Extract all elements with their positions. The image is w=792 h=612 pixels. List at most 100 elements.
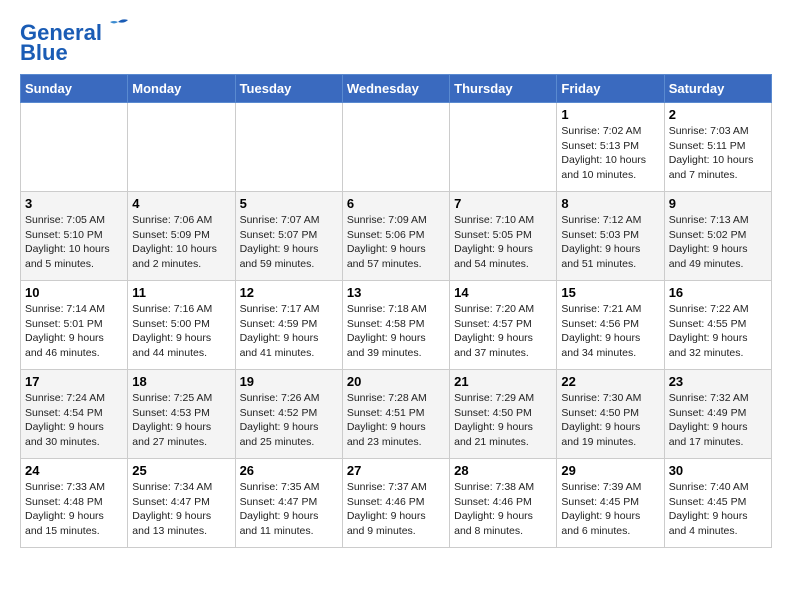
weekday-header-thursday: Thursday <box>450 75 557 103</box>
day-number: 12 <box>240 285 338 300</box>
day-number: 19 <box>240 374 338 389</box>
day-info: Sunrise: 7:32 AM Sunset: 4:49 PM Dayligh… <box>669 391 767 450</box>
day-number: 29 <box>561 463 659 478</box>
day-info: Sunrise: 7:28 AM Sunset: 4:51 PM Dayligh… <box>347 391 445 450</box>
day-info: Sunrise: 7:20 AM Sunset: 4:57 PM Dayligh… <box>454 302 552 361</box>
calendar-cell: 24 Sunrise: 7:33 AM Sunset: 4:48 PM Dayli… <box>21 459 128 548</box>
day-number: 2 <box>669 107 767 122</box>
day-info: Sunrise: 7:34 AM Sunset: 4:47 PM Dayligh… <box>132 480 230 539</box>
day-info: Sunrise: 7:39 AM Sunset: 4:45 PM Dayligh… <box>561 480 659 539</box>
calendar-cell: 1 Sunrise: 7:02 AM Sunset: 5:13 PM Daylig… <box>557 103 664 192</box>
calendar-cell: 15 Sunrise: 7:21 AM Sunset: 4:56 PM Dayli… <box>557 281 664 370</box>
day-info: Sunrise: 7:26 AM Sunset: 4:52 PM Dayligh… <box>240 391 338 450</box>
day-number: 26 <box>240 463 338 478</box>
calendar-cell: 13 Sunrise: 7:18 AM Sunset: 4:58 PM Dayli… <box>342 281 449 370</box>
day-info: Sunrise: 7:10 AM Sunset: 5:05 PM Dayligh… <box>454 213 552 272</box>
day-info: Sunrise: 7:21 AM Sunset: 4:56 PM Dayligh… <box>561 302 659 361</box>
calendar-cell: 21 Sunrise: 7:29 AM Sunset: 4:50 PM Dayli… <box>450 370 557 459</box>
calendar-cell: 29 Sunrise: 7:39 AM Sunset: 4:45 PM Dayli… <box>557 459 664 548</box>
day-number: 21 <box>454 374 552 389</box>
calendar-cell: 30 Sunrise: 7:40 AM Sunset: 4:45 PM Dayli… <box>664 459 771 548</box>
day-info: Sunrise: 7:16 AM Sunset: 5:00 PM Dayligh… <box>132 302 230 361</box>
day-number: 14 <box>454 285 552 300</box>
calendar-cell: 20 Sunrise: 7:28 AM Sunset: 4:51 PM Dayli… <box>342 370 449 459</box>
calendar-cell: 16Sunrise: 7:22 AM Sunset: 4:55 PM Dayli… <box>664 281 771 370</box>
day-number: 5 <box>240 196 338 211</box>
day-number: 3 <box>25 196 123 211</box>
weekday-header-tuesday: Tuesday <box>235 75 342 103</box>
day-number: 23 <box>669 374 767 389</box>
calendar-cell: 9 Sunrise: 7:13 AM Sunset: 5:02 PM Daylig… <box>664 192 771 281</box>
day-info: Sunrise: 7:13 AM Sunset: 5:02 PM Dayligh… <box>669 213 767 272</box>
day-number: 16 <box>669 285 767 300</box>
day-number: 6 <box>347 196 445 211</box>
day-info: Sunrise: 7:09 AM Sunset: 5:06 PM Dayligh… <box>347 213 445 272</box>
calendar-week-3: 17 Sunrise: 7:24 AM Sunset: 4:54 PM Dayli… <box>21 370 772 459</box>
day-info: Sunrise: 7:30 AM Sunset: 4:50 PM Dayligh… <box>561 391 659 450</box>
calendar-cell: 8 Sunrise: 7:12 AM Sunset: 5:03 PM Daylig… <box>557 192 664 281</box>
calendar-cell <box>342 103 449 192</box>
day-number: 4 <box>132 196 230 211</box>
calendar-cell <box>21 103 128 192</box>
weekday-header-saturday: Saturday <box>664 75 771 103</box>
calendar-week-1: 3 Sunrise: 7:05 AM Sunset: 5:10 PM Daylig… <box>21 192 772 281</box>
calendar-cell <box>128 103 235 192</box>
day-number: 13 <box>347 285 445 300</box>
calendar-week-2: 10 Sunrise: 7:14 AM Sunset: 5:01 PM Dayli… <box>21 281 772 370</box>
day-number: 9 <box>669 196 767 211</box>
day-number: 1 <box>561 107 659 122</box>
day-info: Sunrise: 7:29 AM Sunset: 4:50 PM Dayligh… <box>454 391 552 450</box>
calendar-cell: 17 Sunrise: 7:24 AM Sunset: 4:54 PM Dayli… <box>21 370 128 459</box>
calendar-cell: 7 Sunrise: 7:10 AM Sunset: 5:05 PM Daylig… <box>450 192 557 281</box>
calendar-cell: 6 Sunrise: 7:09 AM Sunset: 5:06 PM Daylig… <box>342 192 449 281</box>
day-number: 7 <box>454 196 552 211</box>
calendar-cell: 27 Sunrise: 7:37 AM Sunset: 4:46 PM Dayli… <box>342 459 449 548</box>
calendar-cell: 22Sunrise: 7:30 AM Sunset: 4:50 PM Dayli… <box>557 370 664 459</box>
calendar-cell: 14 Sunrise: 7:20 AM Sunset: 4:57 PM Dayli… <box>450 281 557 370</box>
day-number: 28 <box>454 463 552 478</box>
day-number: 10 <box>25 285 123 300</box>
calendar-cell: 10 Sunrise: 7:14 AM Sunset: 5:01 PM Dayli… <box>21 281 128 370</box>
day-info: Sunrise: 7:33 AM Sunset: 4:48 PM Dayligh… <box>25 480 123 539</box>
logo-blue-text: Blue <box>20 42 68 64</box>
day-number: 30 <box>669 463 767 478</box>
day-number: 15 <box>561 285 659 300</box>
calendar-cell: 19 Sunrise: 7:26 AM Sunset: 4:52 PM Dayli… <box>235 370 342 459</box>
day-number: 27 <box>347 463 445 478</box>
day-info: Sunrise: 7:38 AM Sunset: 4:46 PM Dayligh… <box>454 480 552 539</box>
day-number: 17 <box>25 374 123 389</box>
calendar-cell: 5 Sunrise: 7:07 AM Sunset: 5:07 PM Daylig… <box>235 192 342 281</box>
weekday-header-sunday: Sunday <box>21 75 128 103</box>
weekday-header-wednesday: Wednesday <box>342 75 449 103</box>
calendar-cell: 4 Sunrise: 7:06 AM Sunset: 5:09 PM Daylig… <box>128 192 235 281</box>
calendar-week-4: 24 Sunrise: 7:33 AM Sunset: 4:48 PM Dayli… <box>21 459 772 548</box>
calendar-cell: 26 Sunrise: 7:35 AM Sunset: 4:47 PM Dayli… <box>235 459 342 548</box>
day-info: Sunrise: 7:18 AM Sunset: 4:58 PM Dayligh… <box>347 302 445 361</box>
day-info: Sunrise: 7:40 AM Sunset: 4:45 PM Dayligh… <box>669 480 767 539</box>
day-info: Sunrise: 7:06 AM Sunset: 5:09 PM Dayligh… <box>132 213 230 272</box>
day-info: Sunrise: 7:12 AM Sunset: 5:03 PM Dayligh… <box>561 213 659 272</box>
day-info: Sunrise: 7:02 AM Sunset: 5:13 PM Dayligh… <box>561 124 659 183</box>
day-info: Sunrise: 7:14 AM Sunset: 5:01 PM Dayligh… <box>25 302 123 361</box>
weekday-header-friday: Friday <box>557 75 664 103</box>
day-number: 8 <box>561 196 659 211</box>
weekday-header-monday: Monday <box>128 75 235 103</box>
calendar-cell: 23 Sunrise: 7:32 AM Sunset: 4:49 PM Dayli… <box>664 370 771 459</box>
day-number: 25 <box>132 463 230 478</box>
calendar-week-0: 1 Sunrise: 7:02 AM Sunset: 5:13 PM Daylig… <box>21 103 772 192</box>
day-info: Sunrise: 7:35 AM Sunset: 4:47 PM Dayligh… <box>240 480 338 539</box>
calendar-cell: 12Sunrise: 7:17 AM Sunset: 4:59 PM Dayli… <box>235 281 342 370</box>
day-info: Sunrise: 7:03 AM Sunset: 5:11 PM Dayligh… <box>669 124 767 183</box>
calendar-cell: 25 Sunrise: 7:34 AM Sunset: 4:47 PM Dayli… <box>128 459 235 548</box>
calendar-cell: 11Sunrise: 7:16 AM Sunset: 5:00 PM Dayli… <box>128 281 235 370</box>
day-info: Sunrise: 7:07 AM Sunset: 5:07 PM Dayligh… <box>240 213 338 272</box>
logo-bird-icon <box>104 18 132 40</box>
day-info: Sunrise: 7:05 AM Sunset: 5:10 PM Dayligh… <box>25 213 123 272</box>
day-info: Sunrise: 7:24 AM Sunset: 4:54 PM Dayligh… <box>25 391 123 450</box>
day-number: 24 <box>25 463 123 478</box>
calendar-cell: 18Sunrise: 7:25 AM Sunset: 4:53 PM Dayli… <box>128 370 235 459</box>
day-info: Sunrise: 7:37 AM Sunset: 4:46 PM Dayligh… <box>347 480 445 539</box>
calendar-cell: 28 Sunrise: 7:38 AM Sunset: 4:46 PM Dayli… <box>450 459 557 548</box>
day-number: 20 <box>347 374 445 389</box>
calendar-cell: 3 Sunrise: 7:05 AM Sunset: 5:10 PM Daylig… <box>21 192 128 281</box>
